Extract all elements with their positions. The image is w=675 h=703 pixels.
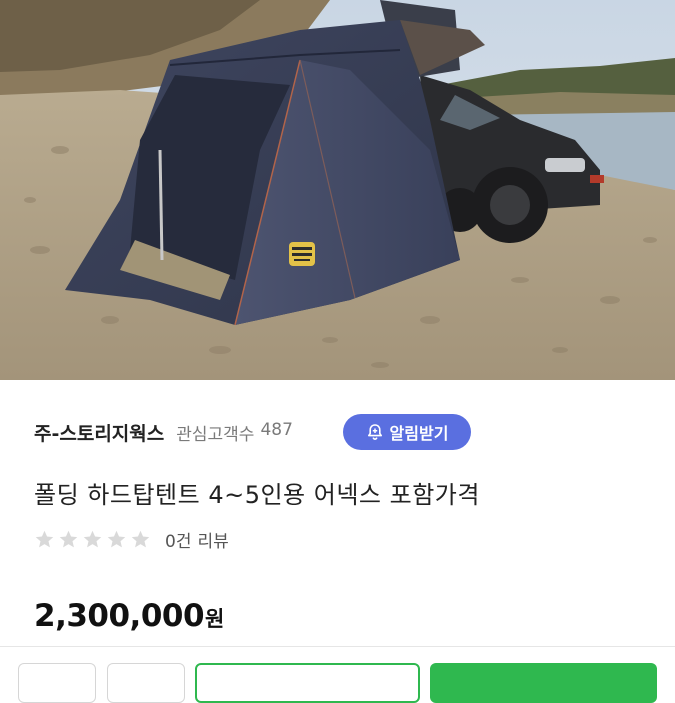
followers-count: 487 [260, 419, 293, 440]
tent-photo-image [0, 0, 675, 380]
alarm-subscribe-button[interactable]: 알림받기 [343, 414, 471, 450]
bell-plus-icon [366, 423, 384, 441]
alarm-button-label: 알림받기 [389, 424, 449, 443]
product-photo[interactable] [0, 0, 675, 380]
review-label: 리뷰 [197, 532, 229, 552]
rating-row[interactable]: 0건 리뷰 [34, 527, 229, 552]
follower-count: 관심고객수 487 [176, 420, 293, 445]
star-icon [107, 530, 126, 548]
bottom-action-bar [0, 646, 675, 703]
review-count-value: 0건 [165, 532, 192, 552]
seller-row: 주-스토리지웍스 관심고객수 487 [34, 412, 293, 452]
star-icon [59, 530, 78, 548]
bottom-action-button-2[interactable] [107, 663, 185, 703]
price-currency: 원 [205, 607, 225, 631]
followers-label: 관심고객수 [176, 424, 255, 445]
price-value: 2,300,000 [34, 598, 205, 634]
bottom-action-button-1[interactable] [18, 663, 96, 703]
star-icon [35, 530, 54, 548]
seller-name[interactable]: 주-스토리지웍스 [34, 419, 164, 446]
product-title: 폴딩 하드탑텐트 4~5인용 어넥스 포함가격 [34, 481, 480, 509]
bottom-action-button-3[interactable] [195, 663, 420, 703]
price: 2,300,000 원 [34, 598, 224, 634]
review-count: 0건 리뷰 [165, 527, 229, 552]
star-icon [131, 530, 150, 548]
buy-button[interactable] [430, 663, 657, 703]
star-icon [83, 530, 102, 548]
rating-stars [34, 529, 151, 550]
